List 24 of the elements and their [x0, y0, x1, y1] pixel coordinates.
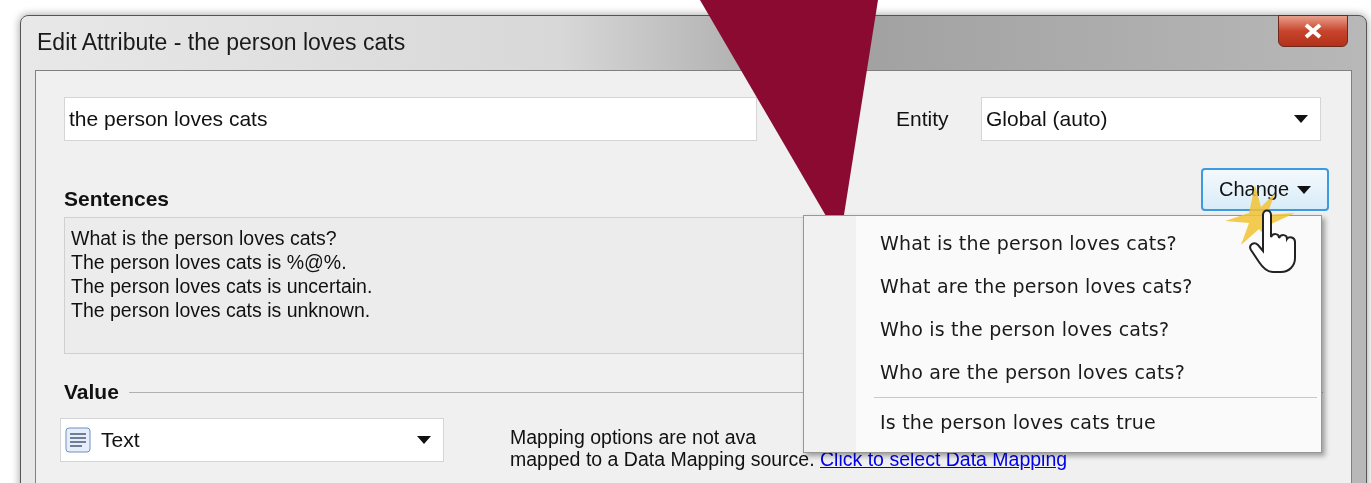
entity-dropdown[interactable]: Global (auto) [981, 97, 1321, 141]
sentences-heading: Sentences [64, 187, 170, 211]
menu-item[interactable]: What are the person loves cats? [804, 265, 1321, 308]
name-field[interactable]: the person loves cats [64, 97, 757, 141]
window-title: Edit Attribute - the person loves cats [37, 28, 406, 56]
menu-item[interactable]: Who are the person loves cats? [804, 351, 1321, 394]
value-type-dropdown[interactable]: Text [60, 418, 444, 462]
menu-item[interactable]: Is the person loves cats true [804, 401, 1321, 444]
menu-item[interactable]: What is the person loves cats? [804, 222, 1321, 265]
caret-icon [417, 436, 431, 444]
close-icon [1303, 23, 1323, 39]
text-document-icon [65, 427, 91, 453]
caret-icon [1297, 185, 1312, 194]
change-button[interactable]: Change [1201, 168, 1329, 211]
value-heading: Value [64, 380, 119, 404]
caret-icon [1294, 115, 1308, 123]
entity-label: Entity [896, 107, 950, 131]
sentence-line: What is the person loves cats? [71, 226, 337, 250]
mapping-note: Mapping options are not ava [510, 426, 757, 448]
close-button[interactable] [1278, 15, 1348, 47]
sentence-line: The person loves cats is uncertain. [71, 274, 373, 298]
sentence-line: The person loves cats is %@%. [71, 250, 347, 274]
menu-item[interactable]: Who is the person loves cats? [804, 308, 1321, 351]
sentence-line: The person loves cats is unknown. [71, 298, 371, 322]
